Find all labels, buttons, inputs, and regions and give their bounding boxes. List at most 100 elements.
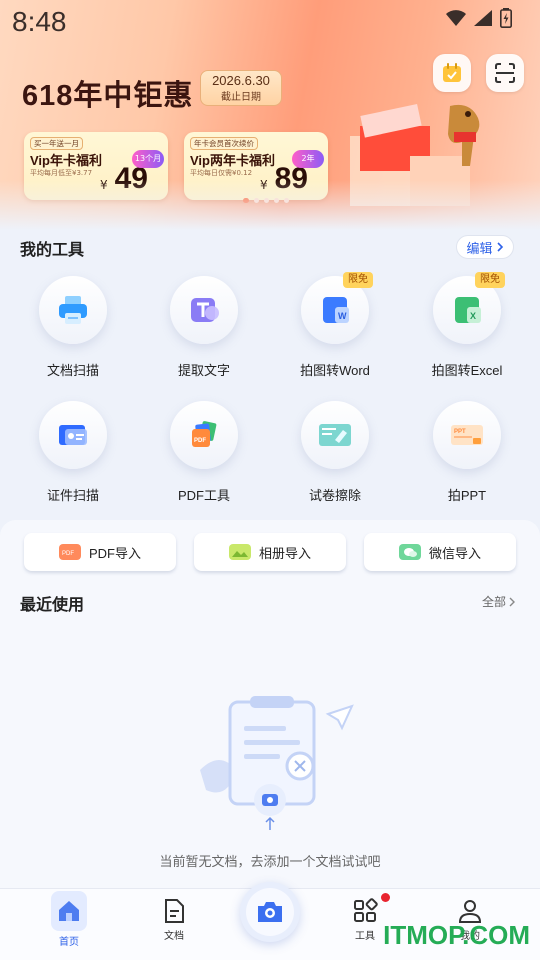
tool-text-extract[interactable]: 提取文字 xyxy=(149,276,259,379)
app-root: 8:48 618年中钜惠 2026.6.30 截止日期 买一年送一月 Vip年卡… xyxy=(0,0,540,960)
exam-erase-icon xyxy=(319,424,351,446)
pdf-import-button[interactable]: PDF PDF导入 xyxy=(24,533,176,571)
printer-scan-icon xyxy=(59,296,87,324)
nav-label: 文档 xyxy=(164,931,184,942)
tool-icon-wrap xyxy=(39,276,107,344)
promo-banner[interactable]: 8:48 618年中钜惠 2026.6.30 截止日期 买一年送一月 Vip年卡… xyxy=(0,0,540,230)
tool-photo-to-word[interactable]: W 限免 拍图转Word xyxy=(280,272,390,379)
id-card-icon xyxy=(59,425,87,445)
free-badge: 限免 xyxy=(475,272,505,288)
tool-label: PDF工具 xyxy=(177,488,230,503)
text-extract-icon xyxy=(191,298,219,322)
svg-text:X: X xyxy=(470,311,476,321)
tool-icon-wrap xyxy=(301,401,369,469)
scan-button[interactable] xyxy=(486,54,524,92)
import-label: PDF导入 xyxy=(88,545,141,561)
vip-card-2year[interactable]: 年卡会员首次续价 Vip两年卡福利 平均每日仅需¥0.12 ¥ 89 2年 xyxy=(184,132,328,200)
pdf-tools-icon: PDF xyxy=(192,421,217,447)
tool-icon-wrap: W 限免 xyxy=(301,272,373,344)
tool-doc-scan[interactable]: 文档扫描 xyxy=(18,276,128,379)
tool-label: 拍图转Excel xyxy=(431,363,503,378)
empty-state-text: 当前暂无文档，去添加一个文档试试吧 xyxy=(159,855,381,870)
nav-documents[interactable]: 文档 xyxy=(144,897,204,942)
camera-button[interactable] xyxy=(240,882,300,942)
pagination-dot xyxy=(254,198,259,203)
excel-icon: X xyxy=(455,297,481,323)
banner-pagination xyxy=(243,198,289,203)
edit-tools-button[interactable]: 编辑 xyxy=(456,235,514,259)
svg-text:PDF: PDF xyxy=(62,551,74,557)
promo-date: 2026.6.30 xyxy=(212,73,270,88)
status-time: 8:48 xyxy=(12,6,67,37)
tool-pdf[interactable]: PDF PDF工具 xyxy=(149,401,259,504)
card-tag: 年卡会员首次续价 xyxy=(190,137,258,150)
watermark: ITMOP.COM xyxy=(383,920,530,950)
svg-text:W: W xyxy=(338,311,347,321)
signal-icon xyxy=(474,10,492,26)
tool-photo-ppt[interactable]: PPT 拍PPT xyxy=(412,401,522,504)
tool-icon-wrap: PDF xyxy=(170,401,238,469)
free-badge: 限免 xyxy=(343,272,373,288)
card-currency: ¥ xyxy=(100,178,108,192)
wechat-import-button[interactable]: 微信导入 xyxy=(364,533,516,571)
tool-exam-erase[interactable]: 试卷擦除 xyxy=(280,401,390,504)
chevron-right-icon xyxy=(509,597,515,606)
tool-label: 拍PPT xyxy=(447,488,487,503)
card-tag: 买一年送一月 xyxy=(30,137,83,150)
tool-photo-to-excel[interactable]: X 限免 拍图转Excel xyxy=(412,272,522,379)
nav-home[interactable]: 首页 xyxy=(39,891,99,948)
promo-date-caption: 截止日期 xyxy=(221,92,261,103)
tool-label: 提取文字 xyxy=(177,363,230,378)
card-badge: 13个月 xyxy=(132,150,164,168)
camera-icon xyxy=(258,902,282,922)
document-icon xyxy=(165,899,184,923)
notification-dot xyxy=(381,893,390,902)
my-tools-title: 我的工具 xyxy=(20,242,85,259)
pagination-dot xyxy=(243,198,249,203)
tool-label: 文档扫描 xyxy=(46,363,99,378)
promo-title: 618年中钜惠 xyxy=(22,80,194,112)
tool-icon-wrap xyxy=(39,401,107,469)
wifi-icon xyxy=(446,10,466,26)
nav-icon-wrap xyxy=(51,891,87,931)
empty-documents-illustration xyxy=(200,696,354,830)
card-badge: 2年 xyxy=(292,150,324,168)
card-name: Vip两年卡福利 xyxy=(190,153,275,168)
pagination-dot xyxy=(264,198,269,203)
tool-label: 证件扫描 xyxy=(46,488,99,503)
tool-icon-wrap: X 限免 xyxy=(433,272,505,344)
nav-label: 首页 xyxy=(59,937,79,948)
edit-label: 编辑 xyxy=(466,241,493,257)
card-currency: ¥ xyxy=(260,178,268,192)
view-all-link[interactable]: 全部 xyxy=(482,593,516,610)
wechat-import-icon xyxy=(398,544,421,560)
import-label: 微信导入 xyxy=(428,545,481,561)
vip-card-1year[interactable]: 买一年送一月 Vip年卡福利 平均每月低至¥3.77 ¥ 49 13个月 xyxy=(24,132,168,200)
grid-apps-icon xyxy=(354,898,378,922)
ppt-icon: PPT xyxy=(451,425,483,445)
pagination-dot xyxy=(284,198,289,203)
tool-id-scan[interactable]: 证件扫描 xyxy=(18,401,128,504)
tool-icon-wrap xyxy=(170,276,238,344)
import-label: 相册导入 xyxy=(258,545,311,561)
camera-button-inner xyxy=(246,888,294,936)
album-import-icon xyxy=(228,544,251,560)
scan-frame-icon xyxy=(495,63,515,83)
card-sub: 平均每日仅需¥0.12 xyxy=(190,169,253,177)
svg-text:PDF: PDF xyxy=(194,438,206,444)
home-icon xyxy=(59,901,79,921)
recent-title: 最近使用 xyxy=(20,597,85,614)
card-name: Vip年卡福利 xyxy=(30,153,102,168)
calendar-check-icon xyxy=(443,63,461,82)
promo-deadline: 2026.6.30 截止日期 xyxy=(200,70,282,106)
checkin-button[interactable] xyxy=(433,54,471,92)
chevron-right-icon xyxy=(496,242,503,252)
word-icon: W xyxy=(323,297,349,323)
gift-horse-illustration xyxy=(350,104,480,206)
album-import-button[interactable]: 相册导入 xyxy=(194,533,346,571)
tool-label: 拍图转Word xyxy=(300,363,370,378)
card-sub: 平均每月低至¥3.77 xyxy=(30,169,93,177)
battery-icon xyxy=(500,8,512,28)
pagination-dot xyxy=(274,198,279,203)
pdf-import-icon: PDF xyxy=(58,544,81,560)
